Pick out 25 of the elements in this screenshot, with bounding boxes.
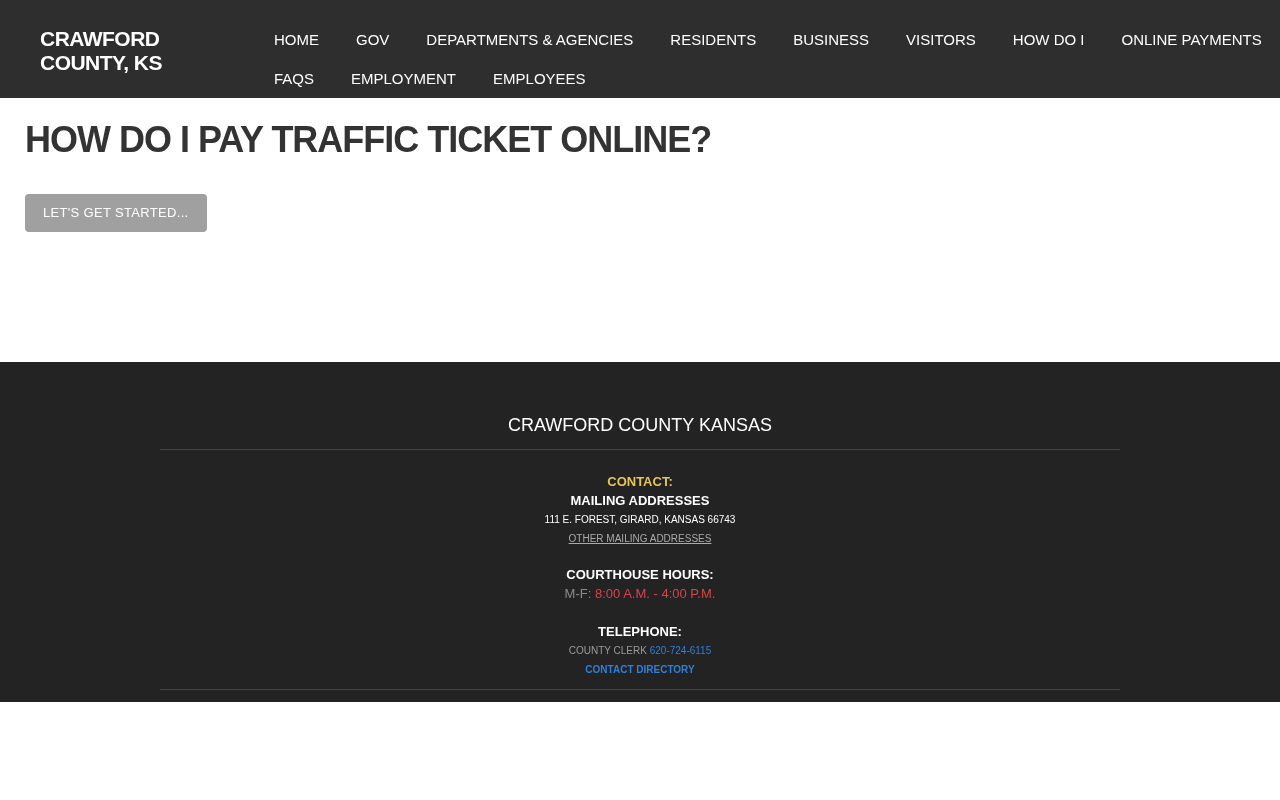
phone-link[interactable]: 620-724-6115: [649, 645, 712, 656]
nav-link[interactable]: HOW DO I: [1012, 20, 1085, 59]
nav-link[interactable]: HOME: [274, 20, 319, 59]
contact-directory-link[interactable]: CONTACT DIRECTORY: [585, 661, 695, 679]
clerk-label: COUNTY CLERK: [568, 645, 647, 656]
address-text: 111 E. FOREST, GIRARD, KANSAS 66743: [544, 513, 736, 527]
other-addresses-link[interactable]: OTHER MAILING ADDRESSES: [568, 530, 712, 548]
nav-link[interactable]: EMPLOYMENT: [351, 59, 457, 98]
telephone-heading: TELEPHONE:: [598, 623, 682, 641]
nav-link[interactable]: ONLINE PAYMENTS: [1121, 20, 1262, 59]
nav-link[interactable]: EMPLOYEES: [493, 59, 586, 98]
hours-time: 8:00 A.M. - 4:00 P.M.: [594, 586, 716, 601]
nav-link[interactable]: RESIDENTS: [670, 20, 757, 59]
nav-link[interactable]: BUSINESS: [793, 20, 870, 59]
nav-link[interactable]: DEPARTMENTS & AGENCIES: [426, 20, 634, 59]
nav-link[interactable]: VISITORS: [906, 20, 976, 59]
page-heading: HOW DO I PAY TRAFFIC TICKET ONLINE?: [25, 118, 712, 162]
contact-label: CONTACT:: [607, 473, 673, 491]
hours-days: M-F:: [564, 586, 592, 601]
site-logo[interactable]: CRAWFORD COUNTY, KS: [40, 27, 240, 75]
nav-link[interactable]: GOV: [356, 20, 390, 59]
footer-title: CRAWFORD COUNTY KANSAS: [508, 415, 772, 435]
hours-heading: COURTHOUSE HOURS:: [566, 566, 714, 584]
nav-link[interactable]: FAQS: [274, 59, 314, 98]
mailing-heading: MAILING ADDRESSES: [570, 492, 710, 510]
